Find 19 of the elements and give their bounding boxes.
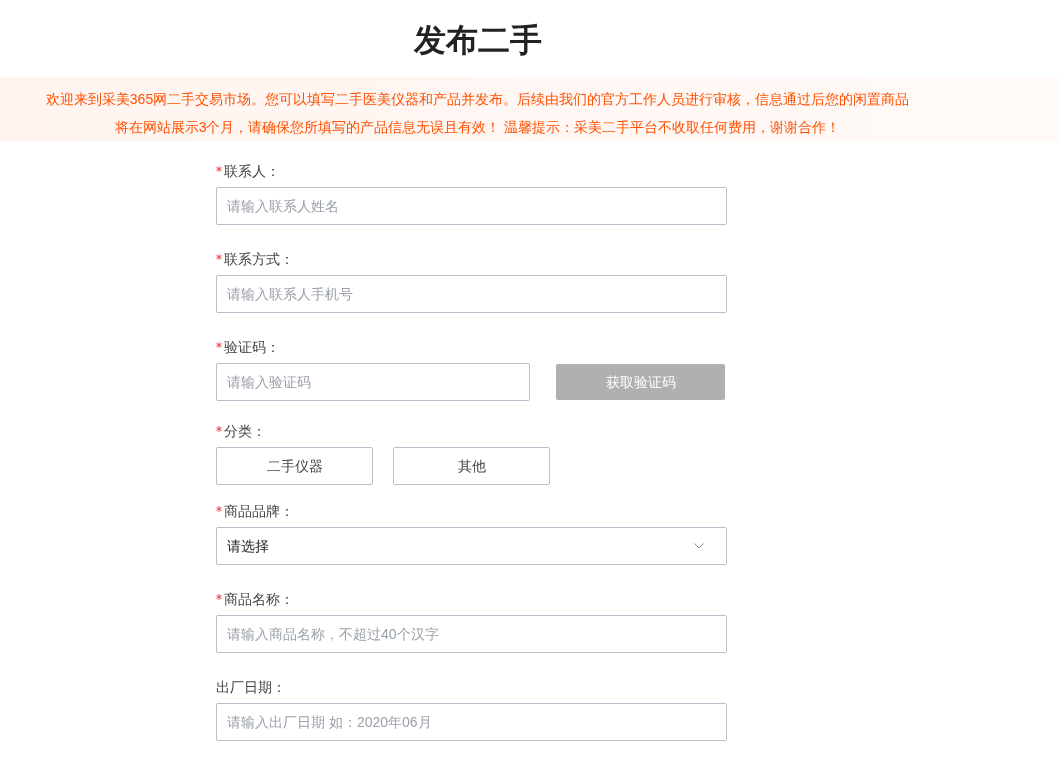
- page-title: 发布二手: [413, 21, 542, 60]
- category-option[interactable]: 二手仪器: [216, 447, 373, 485]
- category-option[interactable]: 其他: [393, 447, 550, 485]
- notice-text: 将在网站展示3个月，请确保您所填写的产品信息无误且有效！ 温馨提示：采美二手平台不收取任何费用，谢谢合作！: [114, 117, 841, 137]
- code-input-field[interactable]: 请输入验证码: [216, 363, 530, 401]
- field-label: 联系方式：: [224, 249, 294, 269]
- notice-text: 欢迎来到采美365网二手交易市场。您可以填写二手医美仪器和产品并发布。后续由我们的官方工作人员进行审核，信息通过后您的闲置商品: [45, 89, 910, 109]
- field-label: 分类：: [224, 421, 266, 441]
- input-field[interactable]: 请输入联系人姓名: [216, 187, 727, 225]
- input-field[interactable]: 请输入联系人手机号: [216, 275, 727, 313]
- field-label: 商品名称：: [224, 589, 294, 609]
- field-label: 联系人：: [224, 161, 280, 181]
- input-field[interactable]: 请输入出厂日期 如：2020年06月: [216, 703, 727, 741]
- field-label: 商品品牌：: [224, 501, 294, 521]
- brand-select[interactable]: 请选择: [216, 527, 727, 565]
- field-label: 验证码：: [224, 337, 280, 357]
- field-label: 出厂日期：: [216, 677, 286, 697]
- chevron-down-icon: [694, 543, 704, 549]
- input-field[interactable]: 请输入商品名称，不超过40个汉字: [216, 615, 727, 653]
